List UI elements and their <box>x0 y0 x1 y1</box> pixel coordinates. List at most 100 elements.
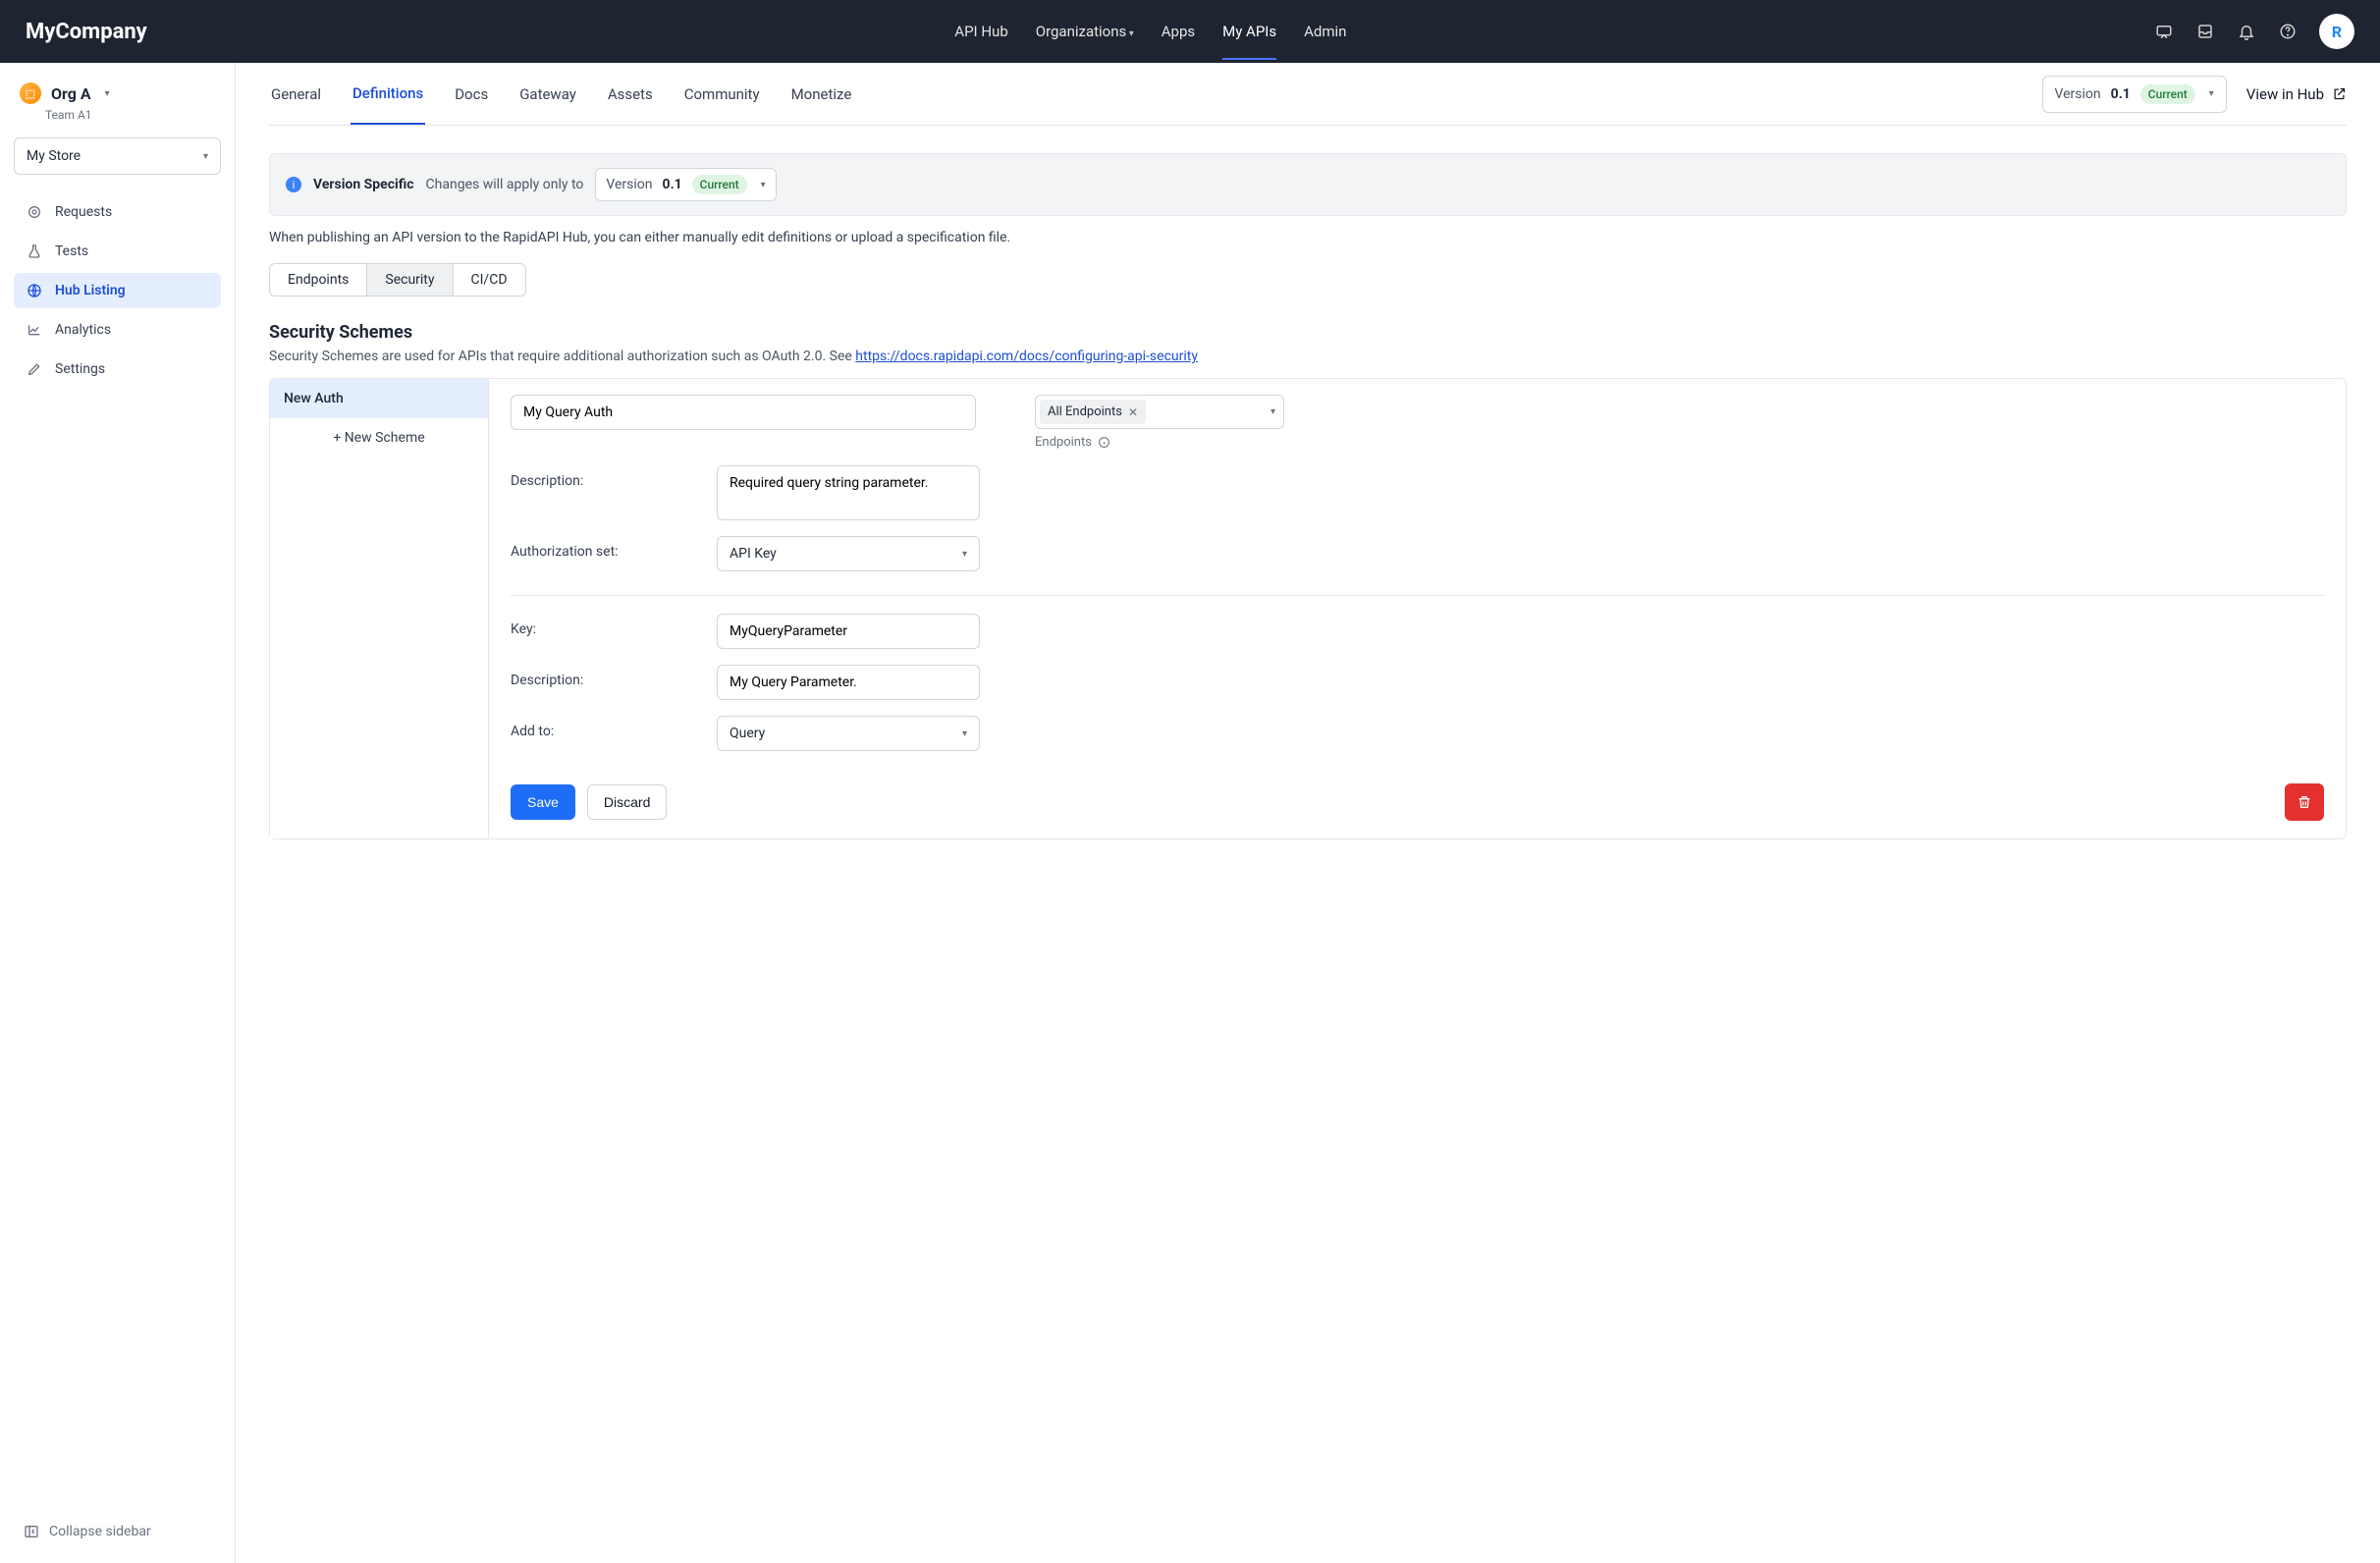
store-selector[interactable]: My Store ▾ <box>14 137 221 175</box>
sidebar-item-tests[interactable]: Tests <box>14 234 221 269</box>
sidebar-item-analytics[interactable]: Analytics <box>14 312 221 348</box>
key-description-input[interactable] <box>717 665 980 700</box>
avatar[interactable]: R <box>2319 14 2354 49</box>
endpoints-meta: Endpoints <box>1035 435 1284 450</box>
sidebar-item-label: Hub Listing <box>55 283 126 298</box>
nav-api-hub[interactable]: API Hub <box>954 23 1007 40</box>
info-icon: i <box>286 177 301 192</box>
inbox-icon[interactable] <box>2195 22 2215 41</box>
tab-monetize[interactable]: Monetize <box>789 65 854 124</box>
panel-footer: Save Discard <box>511 783 2324 821</box>
version-selector[interactable]: Version 0.1 Current ▾ <box>2042 76 2227 113</box>
page-tabs: General Definitions Docs Gateway Assets … <box>269 63 2347 126</box>
sidebar-item-label: Requests <box>55 204 112 220</box>
info-icon[interactable] <box>1098 436 1110 449</box>
brand-logo[interactable]: MyCompany <box>26 20 147 44</box>
desc-label: Description: <box>511 465 697 489</box>
sidebar-item-hub-listing[interactable]: Hub Listing <box>14 273 221 308</box>
nav-my-apis[interactable]: My APIs <box>1222 23 1276 60</box>
subtab-cicd[interactable]: CI/CD <box>454 264 525 296</box>
nav-apps[interactable]: Apps <box>1162 23 1195 40</box>
version-label: Version <box>2055 86 2101 102</box>
tab-assets[interactable]: Assets <box>606 65 655 124</box>
key-desc-label: Description: <box>511 665 697 688</box>
topbar: MyCompany API Hub Organizations Apps My … <box>0 0 2380 63</box>
chevron-down-icon: ▾ <box>962 549 967 560</box>
sidebar-item-requests[interactable]: Requests <box>14 194 221 230</box>
view-in-hub-link[interactable]: View in Hub <box>2246 85 2347 103</box>
nav-organizations[interactable]: Organizations <box>1036 23 1134 40</box>
section-desc-prefix: Security Schemes are used for APIs that … <box>269 349 855 364</box>
sidebar-item-label: Settings <box>55 361 105 377</box>
discard-button[interactable]: Discard <box>587 784 667 820</box>
tab-community[interactable]: Community <box>682 65 762 124</box>
pencil-icon <box>26 360 43 378</box>
addto-select[interactable]: Query ▾ <box>717 716 980 751</box>
help-icon[interactable] <box>2278 22 2298 41</box>
save-button[interactable]: Save <box>511 784 575 820</box>
security-panel: New Auth + New Scheme All Endpoints ✕ ▾ <box>269 378 2347 839</box>
version-number: 0.1 <box>2111 86 2131 102</box>
view-in-hub-label: View in Hub <box>2246 85 2324 103</box>
org-badge-icon: ⬚ <box>20 82 41 104</box>
flask-icon <box>26 243 43 260</box>
endpoints-multiselect[interactable]: All Endpoints ✕ ▾ <box>1035 395 1284 429</box>
team-name: Team A1 <box>45 108 221 122</box>
side-nav: Requests Tests Hub Listing Analytics Set… <box>14 194 221 387</box>
tab-general[interactable]: General <box>269 65 323 124</box>
chevron-down-icon: ▾ <box>761 180 766 190</box>
top-icons: R <box>2154 14 2354 49</box>
scheme-item[interactable]: New Auth <box>270 379 488 418</box>
auth-label: Authorization set: <box>511 536 697 560</box>
subtab-security[interactable]: Security <box>367 264 453 296</box>
notice-title: Version Specific <box>313 177 414 192</box>
collapse-label: Collapse sidebar <box>49 1524 151 1539</box>
chat-icon[interactable] <box>2154 22 2174 41</box>
key-label: Key: <box>511 614 697 637</box>
collapse-sidebar[interactable]: Collapse sidebar <box>14 1516 221 1547</box>
tab-gateway[interactable]: Gateway <box>517 65 578 124</box>
org-name: Org A <box>51 84 91 103</box>
globe-icon <box>26 282 43 299</box>
tag-label: All Endpoints <box>1048 404 1122 419</box>
version-notice: i Version Specific Changes will apply on… <box>269 153 2347 216</box>
addto-label: Add to: <box>511 716 697 739</box>
docs-link[interactable]: https://docs.rapidapi.com/docs/configuri… <box>855 349 1198 364</box>
sidebar-item-settings[interactable]: Settings <box>14 351 221 387</box>
section-title: Security Schemes <box>269 322 2347 343</box>
remove-tag-icon[interactable]: ✕ <box>1128 405 1138 419</box>
version-pill: Current <box>692 175 747 194</box>
section-desc: Security Schemes are used for APIs that … <box>269 349 2347 364</box>
top-nav: API Hub Organizations Apps My APIs Admin <box>954 23 1346 40</box>
add-scheme-button[interactable]: + New Scheme <box>270 418 488 458</box>
external-link-icon <box>2332 86 2347 101</box>
collapse-icon <box>24 1524 39 1539</box>
target-icon <box>26 203 43 221</box>
scheme-name-input[interactable] <box>511 395 976 430</box>
authorization-select[interactable]: API Key ▾ <box>717 536 980 571</box>
select-value: API Key <box>730 546 777 562</box>
version-number: 0.1 <box>663 177 682 192</box>
key-input[interactable] <box>717 614 980 649</box>
tab-definitions[interactable]: Definitions <box>351 64 425 125</box>
chevron-down-icon: ▾ <box>962 728 967 739</box>
description-textarea[interactable] <box>717 465 980 520</box>
main: General Definitions Docs Gateway Assets … <box>236 63 2380 1563</box>
endpoint-tag: All Endpoints ✕ <box>1040 400 1146 424</box>
sidebar: ⬚ Org A ▾ Team A1 My Store ▾ Requests Te… <box>0 63 236 1563</box>
delete-button[interactable] <box>2285 783 2324 821</box>
sidebar-item-label: Tests <box>55 243 88 259</box>
trash-icon <box>2297 794 2312 810</box>
bell-icon[interactable] <box>2237 22 2256 41</box>
version-label: Version <box>606 177 652 192</box>
chart-icon <box>26 321 43 339</box>
store-name: My Store <box>27 148 81 164</box>
definition-subtabs: Endpoints Security CI/CD <box>269 263 526 296</box>
tab-docs[interactable]: Docs <box>453 65 490 124</box>
notice-version-selector[interactable]: Version 0.1 Current ▾ <box>595 168 776 201</box>
nav-admin[interactable]: Admin <box>1304 23 1346 40</box>
org-selector[interactable]: ⬚ Org A ▾ <box>14 82 221 110</box>
chevron-down-icon: ▾ <box>1271 406 1275 417</box>
subtab-endpoints[interactable]: Endpoints <box>270 264 367 296</box>
chevron-down-icon: ▾ <box>203 151 208 162</box>
